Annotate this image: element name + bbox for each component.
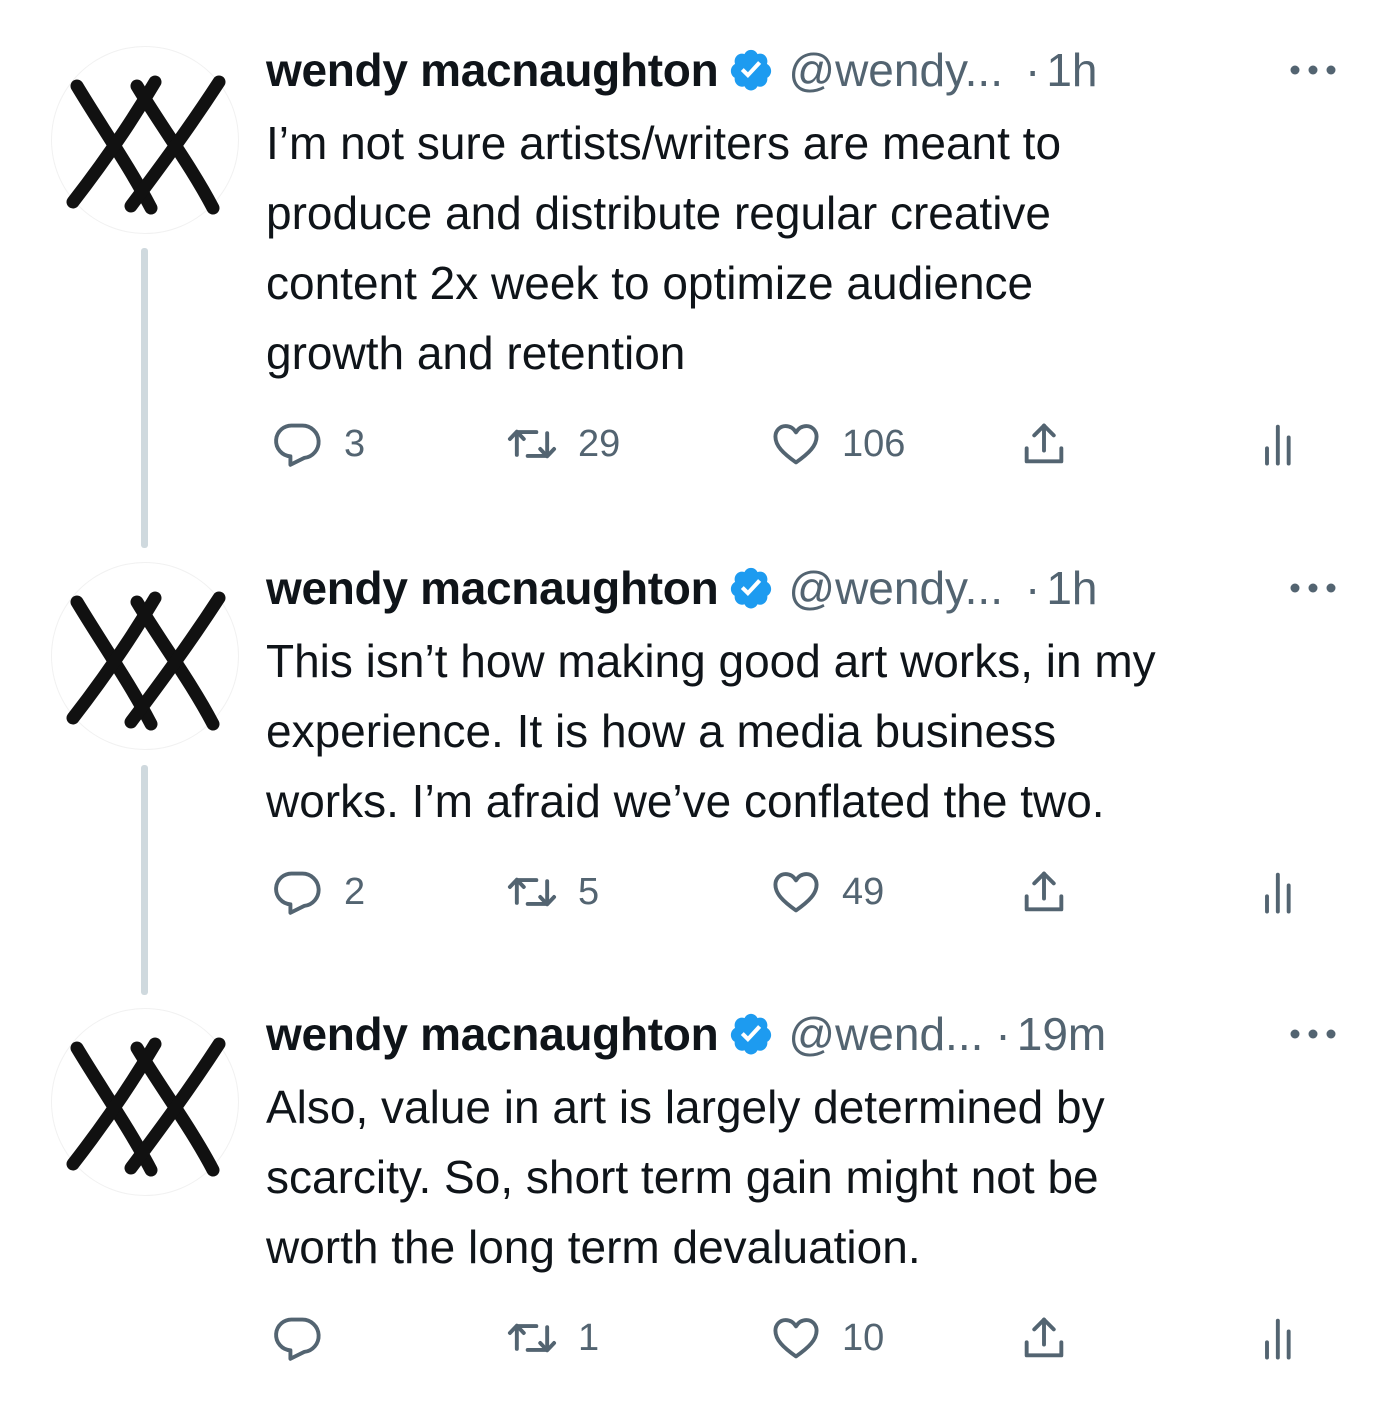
analytics-icon: [1265, 872, 1291, 914]
like-count: 106: [842, 422, 906, 465]
heart-icon: [773, 1318, 819, 1359]
reply-button[interactable]: 3: [272, 414, 365, 474]
more-options-button[interactable]: [1288, 40, 1338, 100]
heart-icon: [773, 872, 819, 913]
tweet-header: wendy macnaughton @wend... · 19m: [266, 1004, 1338, 1064]
retweet-icon: [507, 429, 557, 459]
tweet-text: This isn’t how making good art works, in…: [266, 635, 1156, 827]
tweet-actions: 3 29 106: [266, 414, 1326, 474]
reply-button[interactable]: [272, 1308, 344, 1368]
share-icon: [1024, 423, 1064, 464]
share-button[interactable]: [1018, 1308, 1070, 1368]
tweet-thread: wendy macnaughton @wendy... · 1h I’m not…: [0, 0, 1388, 1402]
more-options-icon: [1290, 1029, 1336, 1039]
xx-avatar-logo-icon: [66, 1037, 226, 1177]
more-options-icon: [1290, 65, 1336, 75]
verified-badge-icon: [731, 1013, 772, 1055]
more-options-button[interactable]: [1288, 1004, 1338, 1064]
tweet-header: wendy macnaughton @wendy... · 1h: [266, 558, 1338, 618]
retweet-count: 5: [578, 870, 600, 913]
retweet-icon: [507, 1323, 557, 1353]
analytics-button[interactable]: [1254, 862, 1306, 922]
timestamp[interactable]: 1h: [1046, 558, 1097, 618]
verified-badge-icon: [731, 49, 772, 91]
more-options-icon: [1290, 583, 1336, 593]
share-button[interactable]: [1018, 862, 1070, 922]
avatar[interactable]: [51, 562, 239, 750]
reply-icon: [274, 871, 321, 915]
tweet-actions: 2 5 49: [266, 862, 1326, 922]
avatar[interactable]: [51, 1008, 239, 1196]
retweet-count: 29: [578, 422, 621, 465]
share-icon: [1024, 1317, 1064, 1358]
thread-connector-line: [141, 765, 148, 995]
separator-dot: ·: [1024, 44, 1041, 96]
reply-icon: [274, 1317, 321, 1361]
more-options-button[interactable]: [1288, 558, 1338, 618]
timestamp[interactable]: 19m: [1017, 1004, 1106, 1064]
retweet-button[interactable]: 29: [506, 414, 620, 474]
xx-avatar-logo-icon: [66, 75, 226, 215]
author-handle[interactable]: @wendy...: [788, 558, 1003, 618]
reply-icon: [274, 423, 321, 467]
tweet-text: I’m not sure artists/writers are meant t…: [266, 117, 1062, 379]
retweet-button[interactable]: 1: [506, 1308, 599, 1368]
tweet-text: Also, value in art is largely determined…: [266, 1081, 1105, 1273]
author-name[interactable]: wendy macnaughton: [266, 558, 719, 618]
timestamp[interactable]: 1h: [1046, 40, 1097, 100]
analytics-icon: [1265, 1318, 1291, 1360]
reply-button[interactable]: 2: [272, 862, 365, 922]
retweet-count: 1: [578, 1316, 600, 1359]
author-name[interactable]: wendy macnaughton: [266, 40, 719, 100]
like-count: 10: [842, 1316, 885, 1359]
separator-dot: ·: [995, 1008, 1011, 1060]
analytics-button[interactable]: [1254, 1308, 1306, 1368]
like-button[interactable]: 10: [770, 1308, 884, 1368]
author-handle[interactable]: @wendy...: [788, 40, 1003, 100]
reply-count: 3: [344, 422, 366, 465]
like-count: 49: [842, 870, 885, 913]
like-button[interactable]: 49: [770, 862, 884, 922]
analytics-icon: [1265, 424, 1291, 466]
verified-badge-icon: [731, 567, 772, 609]
share-button[interactable]: [1018, 414, 1070, 474]
thread-connector-line: [141, 248, 148, 548]
like-button[interactable]: 106: [770, 414, 905, 474]
retweet-icon: [507, 877, 557, 907]
avatar[interactable]: [51, 46, 239, 234]
reply-count: 2: [344, 870, 366, 913]
tweet-header: wendy macnaughton @wendy... · 1h: [266, 40, 1338, 100]
author-handle[interactable]: @wend...: [788, 1004, 983, 1064]
xx-avatar-logo-icon: [66, 591, 226, 731]
retweet-button[interactable]: 5: [506, 862, 599, 922]
author-name[interactable]: wendy macnaughton: [266, 1004, 719, 1064]
analytics-button[interactable]: [1254, 414, 1306, 474]
tweet-actions: 1 10: [266, 1308, 1326, 1368]
separator-dot: ·: [1024, 562, 1041, 614]
heart-icon: [773, 424, 819, 465]
share-icon: [1024, 871, 1064, 912]
